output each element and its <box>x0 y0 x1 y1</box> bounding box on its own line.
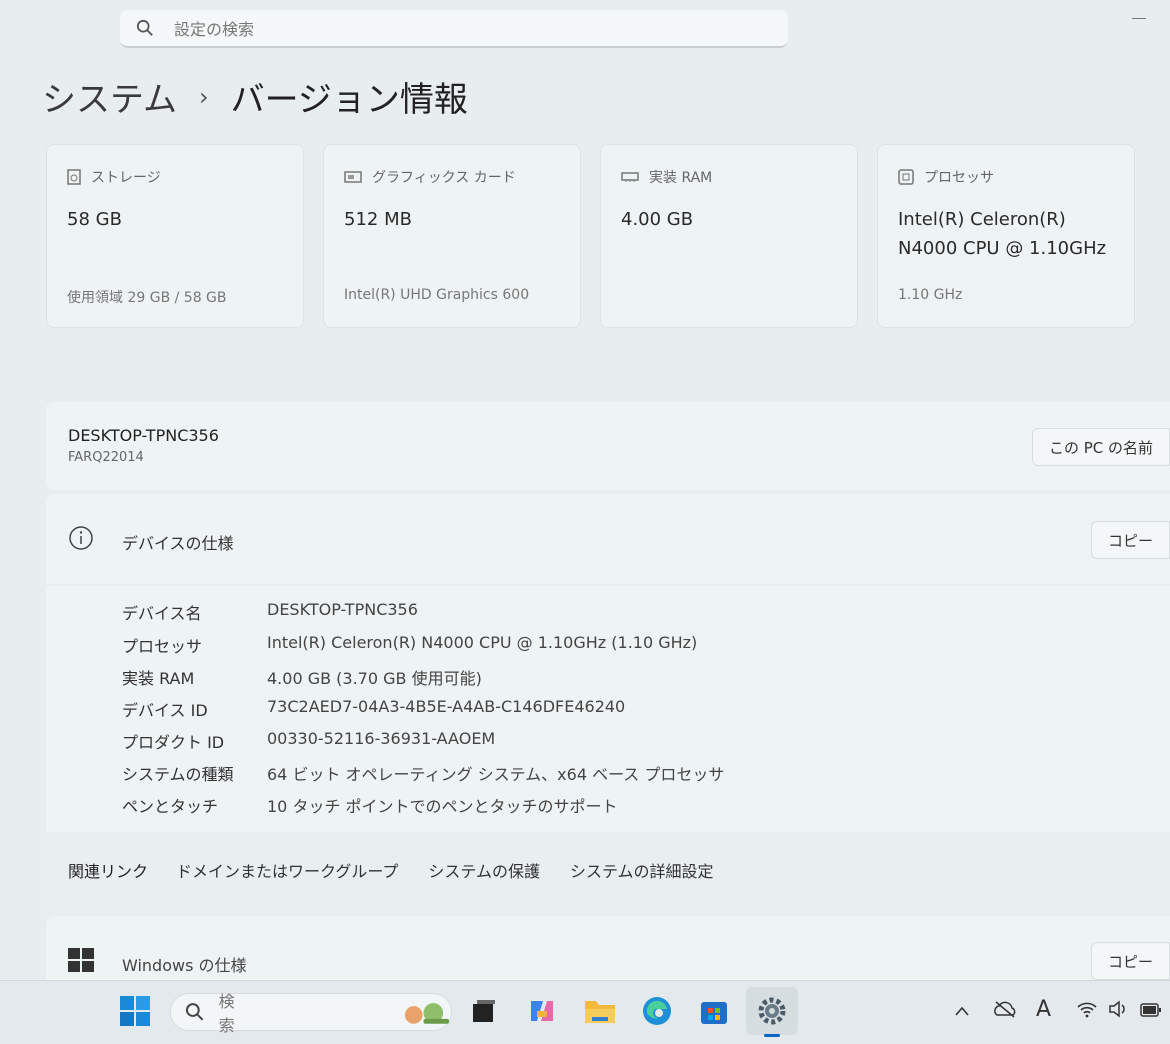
copy-windows-spec-button[interactable]: コピー <box>1090 942 1170 980</box>
card-value: 58 GB <box>67 209 122 230</box>
file-explorer-button[interactable] <box>582 993 618 1029</box>
spec-value: 64 ビット オペレーティング システム、x64 ベース プロセッサ <box>267 765 725 784</box>
search-icon <box>185 1003 204 1021</box>
active-indicator <box>764 1034 780 1037</box>
copilot-icon <box>531 1001 553 1021</box>
related-links-bar: 関連リンク ドメインまたはワークグループ システムの保護 システムの詳細設定 <box>46 834 1170 910</box>
spec-value: 4.00 GB (3.70 GB 使用可能) <box>267 669 482 688</box>
page-title: バージョン情報 <box>230 80 468 120</box>
device-spec-body: デバイス名 DESKTOP-TPNC356 プロセッサ Intel(R) Celer… <box>46 586 1170 832</box>
link-domain-workgroup[interactable]: ドメインまたはワークグループ <box>176 858 398 882</box>
settings-icon <box>758 997 786 1025</box>
card-header: プロセッサ <box>898 167 994 187</box>
ime-icon[interactable]: A <box>1036 997 1051 1022</box>
card-sub: 1.10 GHz <box>898 287 963 303</box>
card-header: ストレージ <box>67 167 161 187</box>
card-label: プロセッサ <box>924 170 994 186</box>
graphics-card-icon <box>344 171 362 183</box>
chevron-up-icon[interactable] <box>954 999 970 1023</box>
minimize-button[interactable] <box>1132 18 1146 19</box>
spec-key: プロセッサ <box>122 637 203 656</box>
info-icon <box>69 526 93 550</box>
card-value: 4.00 GB <box>621 209 694 230</box>
onedrive-icon[interactable] <box>992 999 1018 1023</box>
card-value-line: N4000 CPU @ 1.10GHz <box>898 238 1107 259</box>
ram-icon <box>621 172 639 182</box>
edge-icon <box>643 997 671 1025</box>
spec-key: ペンとタッチ <box>122 797 219 816</box>
card-value: 512 MB <box>344 209 412 230</box>
storage-icon <box>67 169 81 185</box>
file-explorer-icon <box>585 1001 615 1023</box>
related-links: 関連リンク ドメインまたはワークグループ システムの保護 システムの詳細設定 <box>68 858 743 882</box>
battery-icon[interactable] <box>1140 999 1162 1023</box>
spec-key: プロダクト ID <box>122 733 225 752</box>
spec-row: デバイス名 DESKTOP-TPNC356 <box>122 600 418 624</box>
breadcrumb-separator: › <box>198 82 209 111</box>
settings-search-box[interactable]: 設定の検索 <box>120 10 788 48</box>
store-icon <box>701 1002 727 1024</box>
card-value: Intel(R) Celeron(R) N4000 CPU @ 1.10GHz <box>898 205 1106 263</box>
spec-key: デバイス名 <box>122 604 202 623</box>
task-view-icon <box>473 1000 495 1022</box>
card-value-line: Intel(R) Celeron(R) <box>898 209 1066 230</box>
search-icon <box>136 19 153 36</box>
card-label: グラフィックス カード <box>372 170 516 186</box>
spec-value: 00330-52116-36931-AAOEM <box>267 729 496 748</box>
spec-key: 実装 RAM <box>122 669 195 688</box>
card-header: グラフィックス カード <box>344 167 516 187</box>
windows-spec-header[interactable]: Windows の仕様 コピー <box>46 916 1170 980</box>
card-label: ストレージ <box>91 170 161 186</box>
pc-name: DESKTOP-TPNC356 <box>68 426 219 445</box>
spec-row: システムの種類 64 ビット オペレーティング システム、x64 ベース プロセッ… <box>122 761 724 785</box>
spec-value: 73C2AED7-04A3-4B5E-A4AB-C146DFE46240 <box>267 697 626 716</box>
windows-spec-title: Windows の仕様 <box>122 956 247 975</box>
spec-row: ペンとタッチ 10 タッチ ポイントでのペンとタッチのサポート <box>122 793 618 817</box>
spec-row: プロダクト ID 00330-52116-36931-AAOEM <box>122 729 495 753</box>
spec-value: DESKTOP-TPNC356 <box>267 600 418 619</box>
graphics-card[interactable]: グラフィックス カード 512 MB Intel(R) UHD Graphics… <box>323 144 581 328</box>
breadcrumb-parent[interactable]: システム <box>42 72 177 121</box>
card-sub: Intel(R) UHD Graphics 600 <box>344 287 530 303</box>
card-sub: 使用領域 29 GB / 58 GB <box>67 290 227 306</box>
spec-row: プロセッサ Intel(R) Celeron(R) N4000 CPU @ 1.1… <box>122 633 697 657</box>
windows-logo-icon <box>68 948 94 972</box>
related-links-label: 関連リンク <box>68 862 149 881</box>
copilot-button[interactable] <box>524 993 560 1029</box>
ram-card[interactable]: 実装 RAM 4.00 GB <box>600 144 858 328</box>
task-view-button[interactable] <box>466 993 502 1029</box>
breadcrumb: システム › バージョン情報 <box>42 72 468 121</box>
wifi-icon[interactable] <box>1076 999 1098 1023</box>
search-highlight-icon <box>404 1003 450 1024</box>
rename-pc-button[interactable]: この PC の名前 <box>1031 428 1170 466</box>
taskbar-search-placeholder: 検索 <box>218 992 235 1035</box>
volume-icon[interactable] <box>1108 999 1128 1023</box>
storage-card[interactable]: ストレージ 58 GB 使用領域 29 GB / 58 GB <box>46 144 304 328</box>
spec-value: Intel(R) Celeron(R) N4000 CPU @ 1.10GHz … <box>267 633 698 652</box>
device-spec-title: デバイスの仕様 <box>122 534 234 553</box>
taskbar-search[interactable]: 検索 <box>170 992 452 1035</box>
taskbar: 検索 A <box>0 980 1170 1044</box>
start-button[interactable] <box>117 993 153 1029</box>
card-label: 実装 RAM <box>649 170 713 186</box>
link-system-protection[interactable]: システムの保護 <box>428 858 540 882</box>
spec-row: デバイス ID 73C2AED7-04A3-4B5E-A4AB-C146DFE46… <box>122 697 625 721</box>
device-spec-header[interactable]: デバイスの仕様 コピー <box>46 494 1170 584</box>
card-header: 実装 RAM <box>621 167 712 187</box>
spec-value: 10 タッチ ポイントでのペンとタッチのサポート <box>267 797 618 816</box>
start-icon <box>120 996 150 1026</box>
search-placeholder: 設定の検索 <box>174 20 255 39</box>
spec-key: デバイス ID <box>122 701 208 720</box>
copy-device-spec-button[interactable]: コピー <box>1090 521 1170 559</box>
processor-card[interactable]: プロセッサ Intel(R) Celeron(R) N4000 CPU @ 1.… <box>877 144 1135 328</box>
edge-button[interactable] <box>639 993 675 1029</box>
store-button[interactable] <box>696 993 732 1029</box>
processor-icon <box>898 169 914 185</box>
pc-model: FARQ22014 <box>68 450 144 465</box>
settings-button[interactable] <box>746 987 798 1037</box>
link-advanced-system-settings[interactable]: システムの詳細設定 <box>570 858 714 882</box>
pc-name-panel: DESKTOP-TPNC356 FARQ22014 この PC の名前 <box>46 402 1170 490</box>
spec-row: 実装 RAM 4.00 GB (3.70 GB 使用可能) <box>122 665 482 689</box>
spec-key: システムの種類 <box>122 765 234 784</box>
